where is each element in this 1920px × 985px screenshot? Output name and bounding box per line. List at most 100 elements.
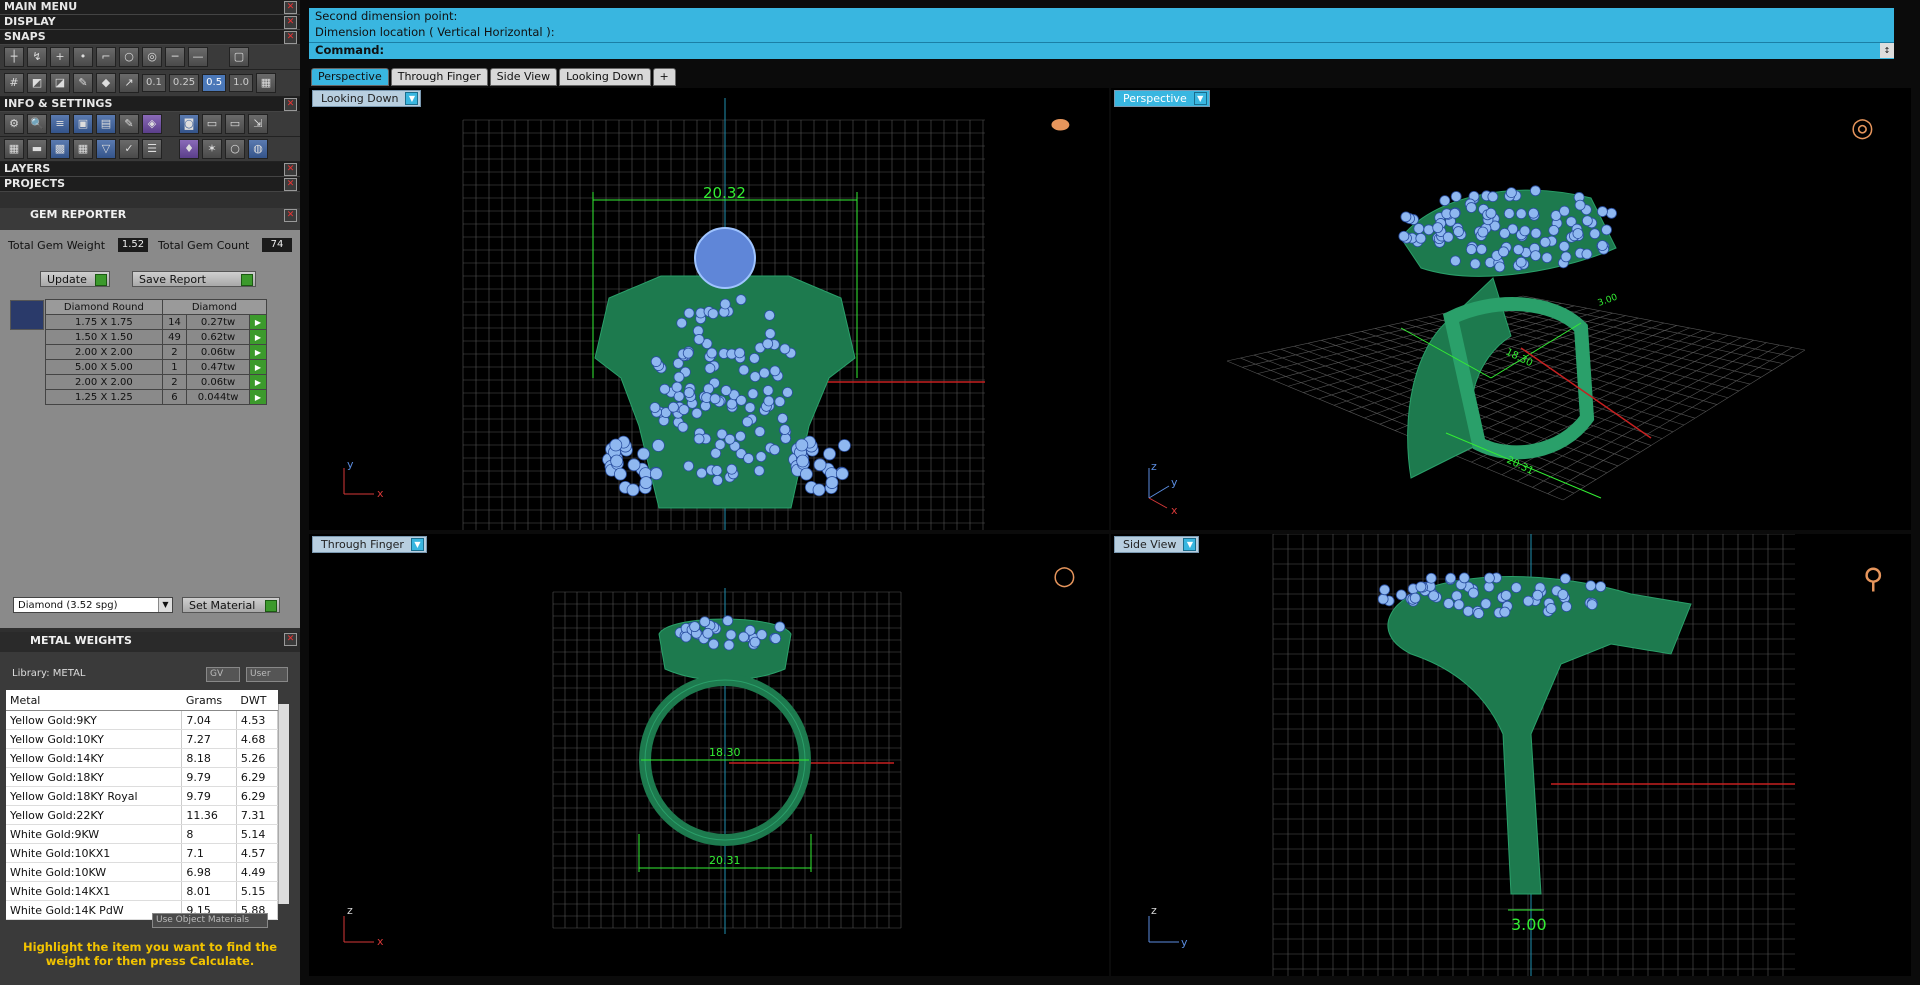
projects-header[interactable]: PROJECTS ✕ <box>0 177 300 192</box>
user-toggle[interactable]: User <box>246 667 288 682</box>
viewport-side-view[interactable]: 3.00 z y ⚲ Side View ▼ <box>1111 534 1911 976</box>
main-menu-header[interactable]: MAIN MENU ✕ <box>0 0 300 15</box>
search-icon[interactable]: 🔍 <box>27 114 47 134</box>
render-icon[interactable]: ◙ <box>179 114 199 134</box>
select-arrow-icon[interactable]: ▶ <box>249 389 267 405</box>
chevron-down-icon[interactable]: ▼ <box>405 92 419 105</box>
set-material-button[interactable]: Set Material <box>182 597 280 613</box>
table-row[interactable]: White Gold:14KX1 8.01 5.15 <box>6 881 279 901</box>
pen-icon[interactable]: ✎ <box>73 73 93 93</box>
table-row[interactable]: Yellow Gold:10KY 7.27 4.68 <box>6 729 279 749</box>
close-icon[interactable]: ✕ <box>284 31 297 44</box>
viewport-label-looking-down[interactable]: Looking Down ▼ <box>312 90 422 107</box>
layers-header[interactable]: LAYERS ✕ <box>0 162 300 177</box>
window-icon[interactable]: ▭ <box>202 114 222 134</box>
tab-side-view[interactable]: Side View <box>489 68 558 86</box>
close-icon[interactable]: ✕ <box>284 98 297 111</box>
table-row[interactable]: 5.00 X 5.00 1 0.47tw ▶ <box>45 359 267 375</box>
chevron-down-icon[interactable]: ▼ <box>1183 538 1197 551</box>
table-row[interactable]: 1.25 X 1.25 6 0.044tw ▶ <box>45 389 267 405</box>
snap-lock-icon[interactable]: ▢ <box>229 47 249 67</box>
snap-value-1-0[interactable]: 1.0 <box>229 74 253 92</box>
chevron-down-icon[interactable]: ▼ <box>158 598 172 612</box>
material-select[interactable]: Diamond (3.52 spg) ▼ <box>13 597 173 613</box>
select-arrow-icon[interactable]: ▶ <box>249 359 267 375</box>
settings-icon[interactable]: ⚙ <box>4 114 24 134</box>
snap-grid-icon[interactable]: ┼ <box>4 47 24 67</box>
table-row[interactable]: 1.75 X 1.75 14 0.27tw ▶ <box>45 314 267 330</box>
select-arrow-icon[interactable]: ▶ <box>249 374 267 390</box>
viewport-canvas[interactable]: 3.00 z y ⚲ <box>1111 534 1911 976</box>
close-icon[interactable]: ✕ <box>284 178 297 191</box>
arrow-icon[interactable]: ↗ <box>119 73 139 93</box>
select-arrow-icon[interactable]: ▶ <box>249 314 267 330</box>
command-scroll-icon[interactable]: ↕ <box>1880 43 1894 58</box>
viewport-through-finger[interactable]: 18.30 20.31 z x ○ Through Finger ▼ <box>309 534 1109 976</box>
close-icon[interactable]: ✕ <box>284 16 297 29</box>
tab-perspective[interactable]: Perspective <box>311 68 389 86</box>
snaps-header[interactable]: SNAPS ✕ <box>0 30 300 45</box>
tilt-icon[interactable]: ◪ <box>50 73 70 93</box>
panel-icon[interactable]: ▭ <box>225 114 245 134</box>
update-button[interactable]: Update <box>40 271 110 287</box>
tiles-icon[interactable]: ▦ <box>4 139 24 159</box>
diamond-icon[interactable]: ◆ <box>96 73 116 93</box>
frame-icon[interactable]: ▬ <box>27 139 47 159</box>
grid-settings-icon[interactable]: ▦ <box>255 73 276 93</box>
close-icon[interactable]: ✕ <box>284 1 297 14</box>
grid2-icon[interactable]: ▦ <box>73 139 93 159</box>
display-header[interactable]: DISPLAY ✕ <box>0 15 300 30</box>
list-icon[interactable]: ☰ <box>142 139 162 159</box>
table-row[interactable]: White Gold:10KW 6.98 4.49 <box>6 862 279 882</box>
viewport-looking-down[interactable]: 20.32 y x ⬬ Looking Down ▼ <box>309 88 1109 530</box>
table-row[interactable]: 1.50 X 1.50 49 0.62tw ▶ <box>45 329 267 345</box>
grid3d-icon[interactable]: ▩ <box>50 139 70 159</box>
gv-toggle[interactable]: GV <box>206 667 241 682</box>
snap-corner-icon[interactable]: ⌐ <box>96 47 116 67</box>
viewport-perspective[interactable]: 18.30 20.31 3.00 z y x ◎ Perspective ▼ <box>1111 88 1911 530</box>
add-tab-button[interactable]: + <box>652 68 676 86</box>
table-row[interactable]: 2.00 X 2.00 2 0.06tw ▶ <box>45 374 267 390</box>
table-row[interactable]: Yellow Gold:18KY Royal 9.79 6.29 <box>6 786 279 806</box>
close-icon[interactable]: ✕ <box>284 633 297 646</box>
table-row[interactable]: White Gold:9KW 8 5.14 <box>6 824 279 844</box>
layers-icon[interactable]: ≡ <box>50 114 70 134</box>
chevron-down-icon[interactable]: ▼ <box>410 538 424 551</box>
edit-icon[interactable]: ✎ <box>119 114 139 134</box>
scrollbar[interactable] <box>278 704 289 904</box>
snap-center-icon[interactable]: ◎ <box>142 47 162 67</box>
tab-through-finger[interactable]: Through Finger <box>390 68 488 86</box>
command-input[interactable]: Command: ↕ <box>309 42 1894 59</box>
check-icon[interactable]: ✓ <box>119 139 139 159</box>
viewport-label-through-finger[interactable]: Through Finger ▼ <box>312 536 427 553</box>
viewport-label-side-view[interactable]: Side View ▼ <box>1114 536 1200 553</box>
table-icon[interactable]: ▤ <box>96 114 116 134</box>
object-icon[interactable]: ◈ <box>142 114 162 134</box>
viewport-canvas[interactable]: 18.30 20.31 3.00 z y x ◎ <box>1111 88 1911 530</box>
save-report-button[interactable]: Save Report <box>132 271 256 287</box>
snap-cross-icon[interactable]: + <box>50 47 70 67</box>
snap-circle-icon[interactable]: ○ <box>119 47 139 67</box>
table-row[interactable]: Yellow Gold:22KY 11.36 7.31 <box>6 805 279 825</box>
stars-icon[interactable]: ✶ <box>202 139 222 159</box>
gem-icon[interactable]: ♦ <box>179 139 199 159</box>
snap-value-0-25[interactable]: 0.25 <box>168 74 200 92</box>
info-settings-header[interactable]: INFO & SETTINGS ✕ <box>0 97 300 112</box>
snap-value-0-5[interactable]: 0.5 <box>202 74 227 92</box>
table-row[interactable]: Yellow Gold:18KY 9.79 6.29 <box>6 767 279 787</box>
snap-value-0-1[interactable]: 0.1 <box>142 74 166 92</box>
viewport-label-perspective[interactable]: Perspective ▼ <box>1114 90 1210 107</box>
export-icon[interactable]: ⇲ <box>248 114 268 134</box>
cube-icon[interactable]: ▣ <box>73 114 93 134</box>
grid-icon[interactable]: # <box>4 73 24 93</box>
table-row[interactable]: Yellow Gold:14KY 8.18 5.26 <box>6 748 279 768</box>
filter-icon[interactable]: ▽ <box>96 139 116 159</box>
plane-icon[interactable]: ◩ <box>27 73 47 93</box>
close-icon[interactable]: ✕ <box>284 163 297 176</box>
select-arrow-icon[interactable]: ▶ <box>249 344 267 360</box>
snap-curve-icon[interactable]: ↯ <box>27 47 47 67</box>
use-object-materials-toggle[interactable]: Use Object Materials <box>152 913 269 928</box>
select-arrow-icon[interactable]: ▶ <box>249 329 267 345</box>
close-icon[interactable]: ✕ <box>284 209 297 222</box>
table-row[interactable]: 2.00 X 2.00 2 0.06tw ▶ <box>45 344 267 360</box>
